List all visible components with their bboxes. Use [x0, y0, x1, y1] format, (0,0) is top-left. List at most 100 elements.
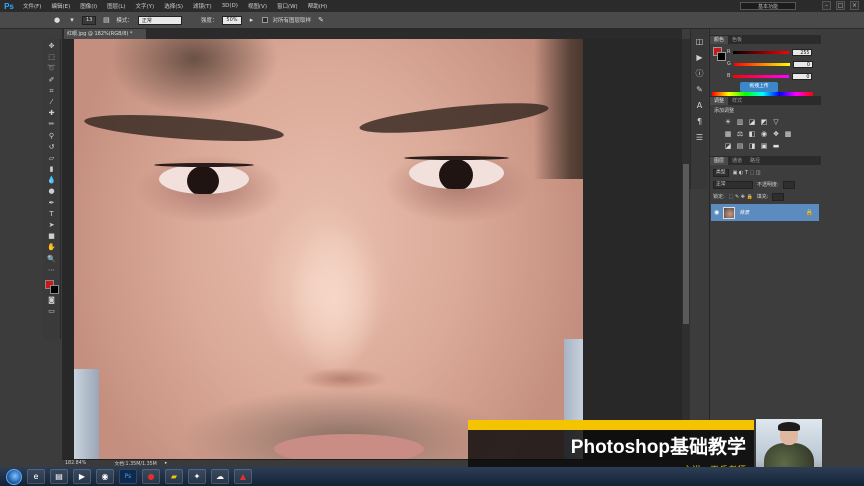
canvas-area[interactable]	[62, 39, 682, 459]
strength-slider-icon[interactable]: ▸	[247, 15, 257, 25]
tab-channels[interactable]: 通道	[728, 157, 746, 165]
tab-swatches[interactable]: 色板	[728, 36, 746, 44]
curves-icon[interactable]: ◪	[748, 118, 756, 126]
start-button[interactable]	[6, 468, 22, 485]
type-tool-icon[interactable]: T	[46, 210, 58, 219]
slider-g-track[interactable]	[733, 62, 790, 66]
slider-g[interactable]: G 0	[727, 60, 819, 68]
document-tab[interactable]: 红眼.jpg @ 182%(RGB/8) *	[64, 29, 146, 39]
photo-filter-icon[interactable]: ◉	[760, 130, 768, 138]
stamp-tool-icon[interactable]: ⚲	[46, 132, 58, 141]
brush-panel-icon[interactable]: ▤	[101, 15, 111, 25]
extra-tool-icon[interactable]: ⋯	[46, 266, 58, 275]
menu-window[interactable]: 窗口(W)	[272, 2, 303, 10]
actions-panel-icon[interactable]: ▶	[695, 53, 705, 63]
slider-b[interactable]: B 0	[727, 72, 819, 80]
screen-mode-icon[interactable]: ▭	[46, 307, 58, 316]
quick-select-tool-icon[interactable]: ✐	[46, 76, 58, 85]
invert-icon[interactable]: ◪	[724, 142, 732, 150]
photoshop-taskbar-icon[interactable]: Ps	[119, 469, 137, 484]
browser-taskbar-icon[interactable]: ◉	[96, 469, 114, 484]
brightness-icon[interactable]: ☀	[724, 118, 732, 126]
maximize-button[interactable]: □	[836, 1, 845, 10]
info-panel-icon[interactable]: ⓘ	[695, 69, 705, 79]
notes-taskbar-icon[interactable]: ▰	[165, 469, 183, 484]
history-brush-tool-icon[interactable]: ↺	[46, 143, 58, 152]
opacity-input[interactable]	[782, 180, 795, 189]
slider-b-track[interactable]	[733, 74, 790, 78]
quick-mask-icon[interactable]: ◙	[46, 296, 58, 305]
channel-mixer-icon[interactable]: ❖	[772, 130, 780, 138]
layer-filter-select[interactable]: 类型	[713, 168, 729, 177]
color-swatches[interactable]	[44, 279, 59, 294]
close-button[interactable]: ×	[850, 1, 859, 10]
pressure-icon[interactable]: ✎	[316, 15, 326, 25]
app-taskbar-icon[interactable]: ✦	[188, 469, 206, 484]
layer-row-background[interactable]: ◉ 背景 🔒	[711, 204, 819, 221]
slider-r-track[interactable]	[733, 50, 790, 54]
scrollbar-thumb[interactable]	[683, 164, 689, 324]
eraser-tool-icon[interactable]: ▱	[46, 154, 58, 163]
paragraph-panel-icon[interactable]: ¶	[695, 117, 705, 127]
properties-panel-icon[interactable]: ☰	[695, 133, 705, 143]
ie-taskbar-icon[interactable]: e	[27, 469, 45, 484]
workspace-switcher[interactable]: 基本功能	[740, 2, 796, 10]
lock-icons[interactable]: ⬚ ✎ ✥ 🔒	[729, 194, 753, 200]
tab-paths[interactable]: 路径	[746, 157, 764, 165]
slider-g-value[interactable]: 0	[792, 60, 813, 68]
menu-view[interactable]: 视图(V)	[243, 2, 272, 10]
slider-r-value[interactable]: 255	[792, 48, 813, 56]
posterize-icon[interactable]: ▤	[736, 142, 744, 150]
blur-tool-icon[interactable]: 💧	[46, 176, 58, 185]
color-balance-icon[interactable]: ⚖	[736, 130, 744, 138]
menu-3d[interactable]: 3D(D)	[217, 3, 243, 9]
threshold-icon[interactable]: ◨	[748, 142, 756, 150]
shape-tool-icon[interactable]: ■	[46, 232, 58, 241]
tab-color[interactable]: 颜色	[710, 36, 729, 44]
hue-sat-icon[interactable]: ▦	[724, 130, 732, 138]
layer-name[interactable]: 背景	[739, 209, 801, 216]
status-menu-arrow-icon[interactable]: ▸	[165, 461, 167, 466]
brush-preset-icon[interactable]: ▾	[67, 15, 77, 25]
menu-select[interactable]: 选择(S)	[159, 2, 188, 10]
brush-tool-icon[interactable]: ✏	[46, 120, 58, 129]
media-player-taskbar-icon[interactable]: ▶	[73, 469, 91, 484]
explorer-taskbar-icon[interactable]: ▤	[50, 469, 68, 484]
zoom-tool-icon[interactable]: 🔍	[46, 255, 58, 264]
vertical-scrollbar[interactable]	[682, 39, 690, 459]
tab-layers[interactable]: 图层	[710, 157, 729, 165]
recorder-taskbar-icon[interactable]: ●	[142, 469, 160, 484]
menu-edit[interactable]: 编辑(E)	[46, 2, 75, 10]
menu-image[interactable]: 图像(I)	[75, 2, 102, 10]
visibility-eye-icon[interactable]: ◉	[714, 209, 719, 216]
pdf-taskbar-icon[interactable]: ▲	[234, 469, 252, 484]
brush-size[interactable]: 13	[82, 15, 97, 25]
background-color-swatch[interactable]	[49, 284, 59, 294]
tab-styles[interactable]: 样式	[728, 97, 746, 105]
sponge-tool-preset-icon[interactable]: ●	[52, 15, 62, 25]
portrait-photo[interactable]	[74, 39, 583, 459]
filter-icons[interactable]: ▣ ◐ T ⬚ ◫	[733, 170, 761, 176]
brush-presets-icon[interactable]: ✎	[695, 85, 705, 95]
crop-tool-icon[interactable]: ⌗	[46, 87, 58, 96]
zoom-level[interactable]: 182.84%	[65, 461, 86, 466]
fill-input[interactable]	[772, 192, 785, 201]
selective-color-icon[interactable]: ▣	[760, 142, 768, 150]
color-lookup-icon[interactable]: ▩	[784, 130, 792, 138]
exposure-icon[interactable]: ◩	[760, 118, 768, 126]
menu-type[interactable]: 文字(Y)	[131, 2, 160, 10]
lasso-tool-icon[interactable]: ➰	[46, 64, 58, 73]
eyedropper-tool-icon[interactable]: ⁄	[46, 98, 58, 107]
marquee-tool-icon[interactable]: ⬚	[46, 53, 58, 62]
vibrance-icon[interactable]: ▽	[772, 118, 780, 126]
dodge-tool-icon[interactable]: ●	[46, 187, 58, 196]
slider-r[interactable]: R 255	[727, 48, 819, 56]
blend-mode-select[interactable]: 正常	[713, 180, 753, 189]
pen-tool-icon[interactable]: ✒	[46, 199, 58, 208]
hand-tool-icon[interactable]: ✋	[46, 243, 58, 252]
mode-select[interactable]: 正常	[137, 15, 182, 25]
tab-adjustments[interactable]: 调整	[710, 97, 729, 105]
minimize-button[interactable]: –	[822, 1, 831, 10]
character-panel-icon[interactable]: A	[695, 101, 705, 111]
menu-file[interactable]: 文件(F)	[18, 2, 46, 10]
